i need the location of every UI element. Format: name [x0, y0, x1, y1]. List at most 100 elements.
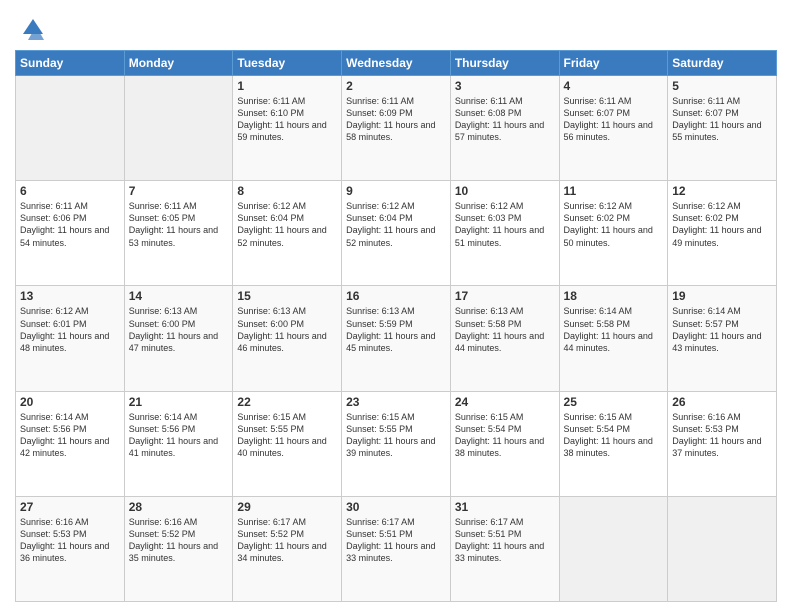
header-day-friday: Friday — [559, 51, 668, 76]
header-day-thursday: Thursday — [450, 51, 559, 76]
cell-text: Sunrise: 6:13 AMSunset: 5:59 PMDaylight:… — [346, 305, 446, 354]
cell-text: Sunrise: 6:12 AMSunset: 6:04 PMDaylight:… — [346, 200, 446, 249]
day-number: 8 — [237, 184, 337, 198]
cell-text: Sunrise: 6:12 AMSunset: 6:01 PMDaylight:… — [20, 305, 120, 354]
cell-text: Sunrise: 6:13 AMSunset: 6:00 PMDaylight:… — [129, 305, 229, 354]
week-row-4: 27 Sunrise: 6:16 AMSunset: 5:53 PMDayligh… — [16, 496, 777, 601]
day-number: 15 — [237, 289, 337, 303]
day-number: 21 — [129, 395, 229, 409]
cell-text: Sunrise: 6:14 AMSunset: 5:57 PMDaylight:… — [672, 305, 772, 354]
calendar-cell: 7 Sunrise: 6:11 AMSunset: 6:05 PMDaylight… — [124, 181, 233, 286]
cell-text: Sunrise: 6:14 AMSunset: 5:56 PMDaylight:… — [129, 411, 229, 460]
header-day-sunday: Sunday — [16, 51, 125, 76]
cell-text: Sunrise: 6:11 AMSunset: 6:10 PMDaylight:… — [237, 95, 337, 144]
day-number: 26 — [672, 395, 772, 409]
calendar-cell: 9 Sunrise: 6:12 AMSunset: 6:04 PMDaylight… — [342, 181, 451, 286]
cell-text: Sunrise: 6:17 AMSunset: 5:52 PMDaylight:… — [237, 516, 337, 565]
calendar-cell: 17 Sunrise: 6:13 AMSunset: 5:58 PMDayligh… — [450, 286, 559, 391]
logo-icon — [18, 14, 48, 44]
calendar-cell: 11 Sunrise: 6:12 AMSunset: 6:02 PMDayligh… — [559, 181, 668, 286]
calendar-cell — [559, 496, 668, 601]
calendar-cell: 5 Sunrise: 6:11 AMSunset: 6:07 PMDaylight… — [668, 76, 777, 181]
header-day-tuesday: Tuesday — [233, 51, 342, 76]
day-number: 24 — [455, 395, 555, 409]
calendar-cell — [16, 76, 125, 181]
calendar-cell: 23Sunrise: 6:15 AMSunset: 5:55 PMDayligh… — [342, 391, 451, 496]
calendar-cell: 25 Sunrise: 6:15 AMSunset: 5:54 PMDayligh… — [559, 391, 668, 496]
day-number: 16 — [346, 289, 446, 303]
cell-text: Sunrise: 6:15 AMSunset: 5:55 PMDaylight:… — [237, 411, 337, 460]
day-number: 22 — [237, 395, 337, 409]
cell-text: Sunrise: 6:16 AMSunset: 5:53 PMDaylight:… — [672, 411, 772, 460]
day-number: 27 — [20, 500, 120, 514]
week-row-1: 6Sunrise: 6:11 AMSunset: 6:06 PMDaylight… — [16, 181, 777, 286]
cell-text: Sunrise: 6:14 AMSunset: 5:56 PMDaylight:… — [20, 411, 120, 460]
cell-text: Sunrise: 6:14 AMSunset: 5:58 PMDaylight:… — [564, 305, 664, 354]
day-number: 11 — [564, 184, 664, 198]
week-row-3: 20 Sunrise: 6:14 AMSunset: 5:56 PMDayligh… — [16, 391, 777, 496]
calendar-cell: 30 Sunrise: 6:17 AMSunset: 5:51 PMDayligh… — [342, 496, 451, 601]
day-number: 3 — [455, 79, 555, 93]
day-number: 4 — [564, 79, 664, 93]
cell-text: Sunrise: 6:17 AMSunset: 5:51 PMDaylight:… — [346, 516, 446, 565]
calendar-cell: 13 Sunrise: 6:12 AMSunset: 6:01 PMDayligh… — [16, 286, 125, 391]
cell-text: Sunrise: 6:13 AMSunset: 6:00 PMDaylight:… — [237, 305, 337, 354]
cell-text: Sunrise: 6:11 AMSunset: 6:05 PMDaylight:… — [129, 200, 229, 249]
calendar: SundayMondayTuesdayWednesdayThursdayFrid… — [15, 50, 777, 602]
calendar-cell: 8 Sunrise: 6:12 AMSunset: 6:04 PMDaylight… — [233, 181, 342, 286]
day-number: 14 — [129, 289, 229, 303]
calendar-cell: 24 Sunrise: 6:15 AMSunset: 5:54 PMDayligh… — [450, 391, 559, 496]
day-number: 19 — [672, 289, 772, 303]
calendar-cell: 16 Sunrise: 6:13 AMSunset: 5:59 PMDayligh… — [342, 286, 451, 391]
day-number: 25 — [564, 395, 664, 409]
calendar-cell: 21 Sunrise: 6:14 AMSunset: 5:56 PMDayligh… — [124, 391, 233, 496]
calendar-cell: 10Sunrise: 6:12 AMSunset: 6:03 PMDayligh… — [450, 181, 559, 286]
calendar-cell: 27 Sunrise: 6:16 AMSunset: 5:53 PMDayligh… — [16, 496, 125, 601]
cell-text: Sunrise: 6:12 AMSunset: 6:04 PMDaylight:… — [237, 200, 337, 249]
cell-text: Sunrise: 6:15 AMSunset: 5:54 PMDaylight:… — [564, 411, 664, 460]
calendar-cell: 29 Sunrise: 6:17 AMSunset: 5:52 PMDayligh… — [233, 496, 342, 601]
day-number: 12 — [672, 184, 772, 198]
day-number: 1 — [237, 79, 337, 93]
day-number: 29 — [237, 500, 337, 514]
cell-text: Sunrise: 6:11 AMSunset: 6:07 PMDaylight:… — [564, 95, 664, 144]
calendar-cell: 19 Sunrise: 6:14 AMSunset: 5:57 PMDayligh… — [668, 286, 777, 391]
calendar-cell: 18 Sunrise: 6:14 AMSunset: 5:58 PMDayligh… — [559, 286, 668, 391]
week-row-2: 13 Sunrise: 6:12 AMSunset: 6:01 PMDayligh… — [16, 286, 777, 391]
cell-text: Sunrise: 6:15 AMSunset: 5:55 PMDaylight:… — [346, 411, 446, 460]
day-number: 5 — [672, 79, 772, 93]
cell-text: Sunrise: 6:13 AMSunset: 5:58 PMDaylight:… — [455, 305, 555, 354]
cell-text: Sunrise: 6:12 AMSunset: 6:03 PMDaylight:… — [455, 200, 555, 249]
cell-text: Sunrise: 6:15 AMSunset: 5:54 PMDaylight:… — [455, 411, 555, 460]
cell-text: Sunrise: 6:16 AMSunset: 5:53 PMDaylight:… — [20, 516, 120, 565]
calendar-header: SundayMondayTuesdayWednesdayThursdayFrid… — [16, 51, 777, 76]
day-number: 31 — [455, 500, 555, 514]
calendar-cell: 6Sunrise: 6:11 AMSunset: 6:06 PMDaylight… — [16, 181, 125, 286]
calendar-cell: 12 Sunrise: 6:12 AMSunset: 6:02 PMDayligh… — [668, 181, 777, 286]
calendar-cell: 15 Sunrise: 6:13 AMSunset: 6:00 PMDayligh… — [233, 286, 342, 391]
calendar-cell — [124, 76, 233, 181]
cell-text: Sunrise: 6:12 AMSunset: 6:02 PMDaylight:… — [564, 200, 664, 249]
calendar-cell: 1 Sunrise: 6:11 AMSunset: 6:10 PMDaylight… — [233, 76, 342, 181]
calendar-cell: 14 Sunrise: 6:13 AMSunset: 6:00 PMDayligh… — [124, 286, 233, 391]
cell-text: Sunrise: 6:12 AMSunset: 6:02 PMDaylight:… — [672, 200, 772, 249]
day-number: 17 — [455, 289, 555, 303]
day-number: 20 — [20, 395, 120, 409]
header-day-saturday: Saturday — [668, 51, 777, 76]
calendar-body: 1 Sunrise: 6:11 AMSunset: 6:10 PMDaylight… — [16, 76, 777, 602]
cell-text: Sunrise: 6:11 AMSunset: 6:09 PMDaylight:… — [346, 95, 446, 144]
day-number: 18 — [564, 289, 664, 303]
cell-text: Sunrise: 6:11 AMSunset: 6:06 PMDaylight:… — [20, 200, 120, 249]
calendar-cell: 2Sunrise: 6:11 AMSunset: 6:09 PMDaylight… — [342, 76, 451, 181]
header — [15, 10, 777, 44]
day-number: 9 — [346, 184, 446, 198]
calendar-cell: 22 Sunrise: 6:15 AMSunset: 5:55 PMDayligh… — [233, 391, 342, 496]
logo — [15, 14, 48, 44]
page: SundayMondayTuesdayWednesdayThursdayFrid… — [0, 0, 792, 612]
header-day-wednesday: Wednesday — [342, 51, 451, 76]
day-number: 30 — [346, 500, 446, 514]
calendar-cell: 31Sunrise: 6:17 AMSunset: 5:51 PMDayligh… — [450, 496, 559, 601]
day-number: 13 — [20, 289, 120, 303]
day-number: 7 — [129, 184, 229, 198]
cell-text: Sunrise: 6:11 AMSunset: 6:07 PMDaylight:… — [672, 95, 772, 144]
